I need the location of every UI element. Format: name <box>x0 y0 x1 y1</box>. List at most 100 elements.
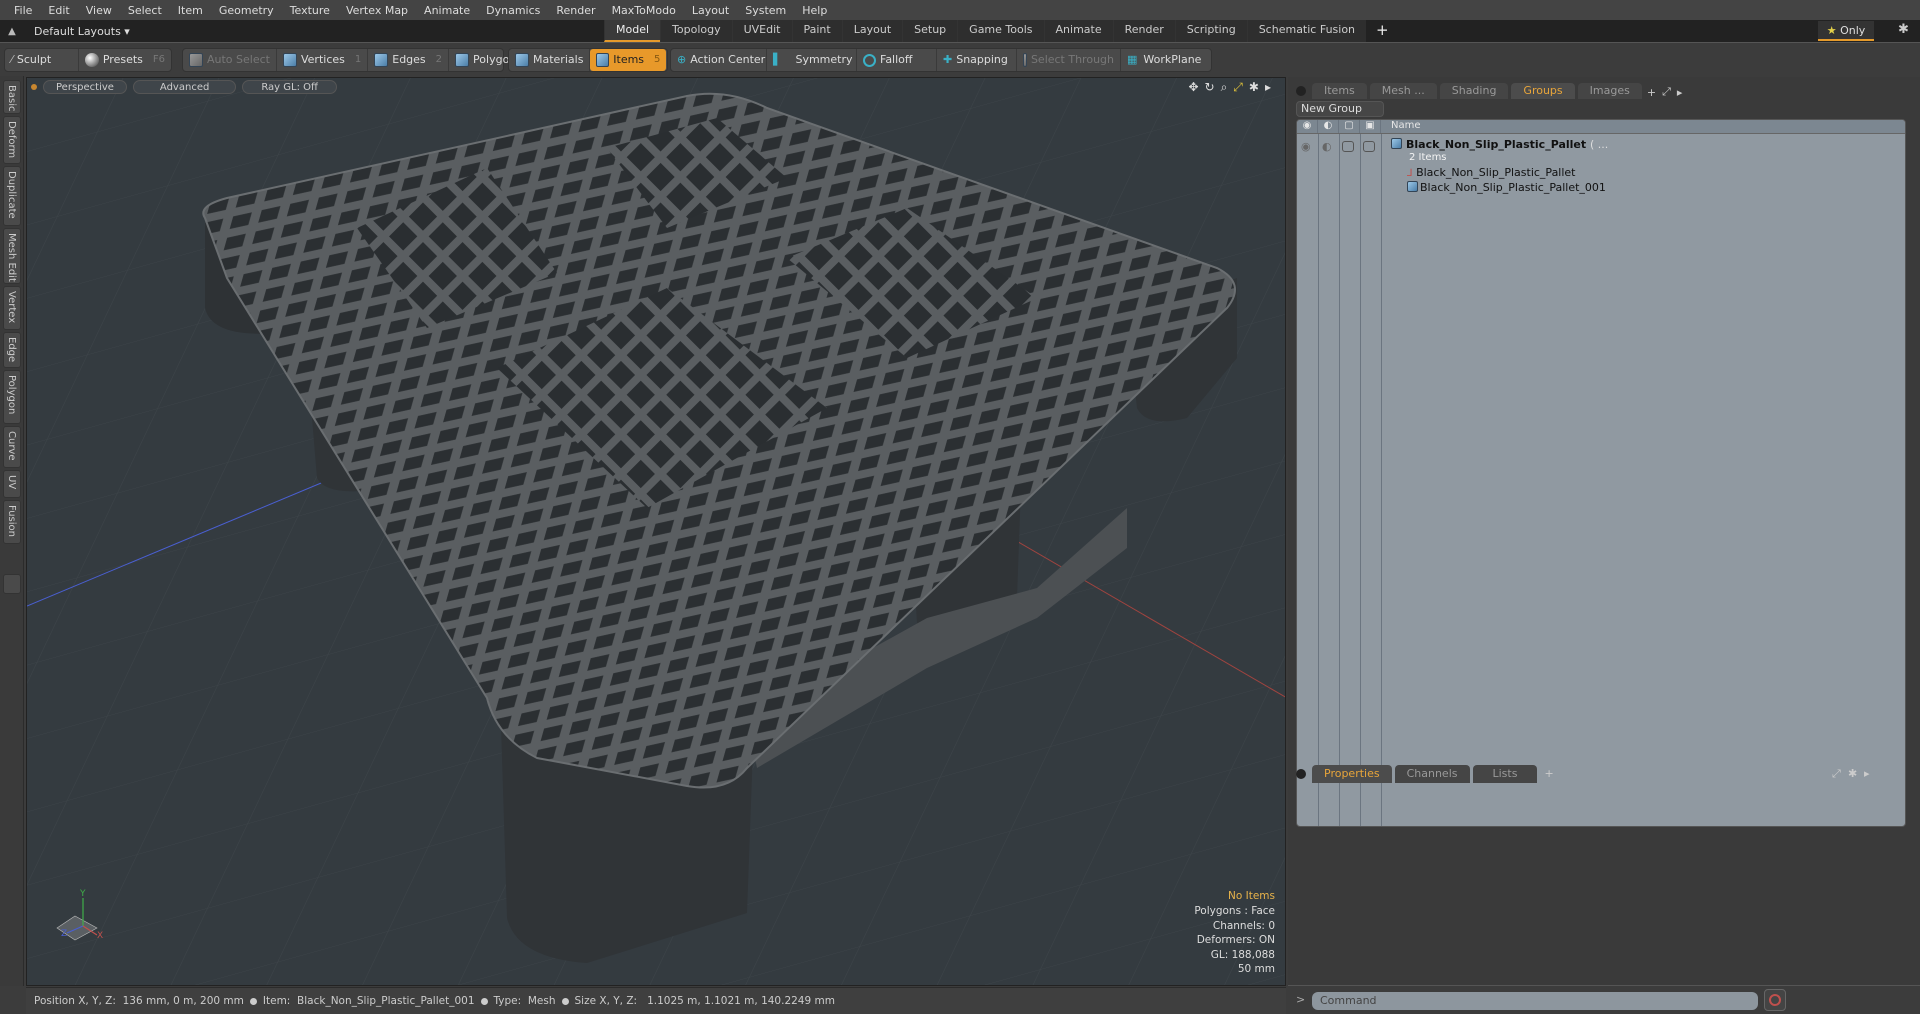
menu-item[interactable]: Item <box>170 4 211 17</box>
only-toggle[interactable]: ★ Only <box>1818 21 1874 41</box>
tab-mesh[interactable]: Mesh ... <box>1369 83 1437 99</box>
command-input[interactable]: Command <box>1312 992 1758 1010</box>
add-tab-icon[interactable]: + <box>1647 86 1656 99</box>
falloff-button[interactable]: Falloff <box>857 49 937 71</box>
left-tab-polygon[interactable]: Polygon <box>3 370 21 424</box>
presets-button[interactable]: Presets F6 <box>79 49 171 71</box>
default-layouts-dropdown[interactable]: Default Layouts ▾ <box>24 25 604 38</box>
group-visibility-eye-icon[interactable]: ◉ <box>1301 140 1311 153</box>
vertices-button[interactable]: Vertices 1 <box>277 49 369 71</box>
tab-uvedit[interactable]: UVEdit <box>731 20 792 42</box>
expand-arrow-icon[interactable]: ▸ <box>1265 80 1271 95</box>
tab-model[interactable]: Model <box>604 20 661 42</box>
group-lock-toggle[interactable] <box>1342 141 1354 152</box>
tab-paint[interactable]: Paint <box>791 20 842 42</box>
settings-icon[interactable]: ✱ <box>1848 765 1857 783</box>
name-column-header[interactable]: Name <box>1381 120 1421 133</box>
menu-file[interactable]: File <box>6 4 40 17</box>
snapping-button[interactable]: ✚ Snapping <box>937 49 1017 71</box>
left-tab-deform[interactable]: Deform <box>3 116 21 164</box>
menu-dynamics[interactable]: Dynamics <box>478 4 548 17</box>
maximize-panel-icon[interactable]: ⤢ <box>1832 765 1841 783</box>
left-tab-vertex[interactable]: Vertex <box>3 286 21 330</box>
left-tab-duplicate[interactable]: Duplicate <box>3 166 21 226</box>
maximize-panel-icon[interactable]: ⤢ <box>1662 85 1671 99</box>
tab-groups[interactable]: Groups <box>1511 83 1575 99</box>
pan-icon[interactable]: ✥ <box>1188 80 1198 95</box>
tab-scripting[interactable]: Scripting <box>1174 20 1247 42</box>
left-tab-uv[interactable]: UV <box>3 470 21 498</box>
rotate-icon[interactable]: ↻ <box>1205 80 1215 95</box>
tab-topology[interactable]: Topology <box>660 20 732 42</box>
menu-select[interactable]: Select <box>120 4 170 17</box>
materials-button[interactable]: Materials <box>509 49 591 71</box>
3d-viewport[interactable]: Y X Z Perspective Advanced Ray GL: Off ✥… <box>26 77 1286 986</box>
tab-render[interactable]: Render <box>1112 20 1175 42</box>
add-tab-icon[interactable]: + <box>1544 765 1553 783</box>
gear-icon[interactable]: ✱ <box>1898 22 1909 37</box>
edges-button[interactable]: Edges 2 <box>368 49 450 71</box>
tree-item-locator[interactable]: ⅃ Black_Non_Slip_Plastic_Pallet <box>1407 166 1576 179</box>
menu-animate[interactable]: Animate <box>416 4 478 17</box>
menu-view[interactable]: View <box>78 4 120 17</box>
menu-layout[interactable]: Layout <box>684 4 737 17</box>
add-tab-button[interactable]: + <box>1366 20 1399 42</box>
settings-icon[interactable]: ✱ <box>1249 80 1259 95</box>
menu-maxtomodo[interactable]: MaxToModo <box>604 4 684 17</box>
tab-images[interactable]: Images <box>1577 83 1642 99</box>
tab-game-tools[interactable]: Game Tools <box>957 20 1044 42</box>
action-center-button[interactable]: ⊕ Action Center <box>671 49 767 71</box>
render-column-icon[interactable]: ◐ <box>1318 120 1339 133</box>
menu-edit[interactable]: Edit <box>40 4 77 17</box>
auto-select-button[interactable]: Auto Select <box>183 49 277 71</box>
zoom-icon[interactable]: ⌕ <box>1221 80 1228 95</box>
panel-options-icon[interactable] <box>1296 86 1306 96</box>
panel-options-icon[interactable] <box>1296 769 1306 779</box>
maximize-icon[interactable]: ⤢ <box>1233 80 1243 95</box>
view-mode-dropdown[interactable]: Perspective <box>43 80 127 94</box>
tab-layout[interactable]: Layout <box>841 20 903 42</box>
panel-arrow-icon[interactable]: ▸ <box>1864 765 1870 783</box>
tab-items[interactable]: Items <box>1312 83 1367 99</box>
tab-lists[interactable]: Lists <box>1472 765 1538 783</box>
viewport-options-dot[interactable] <box>31 84 37 90</box>
new-group-button[interactable]: New Group <box>1296 101 1384 117</box>
left-tab-extra[interactable] <box>3 574 21 594</box>
group-row[interactable]: Black_Non_Slip_Plastic_Pallet ( ... <box>1391 138 1608 151</box>
tab-animate[interactable]: Animate <box>1043 20 1113 42</box>
type-value: Mesh <box>527 995 556 1007</box>
sculpt-button[interactable]: ⁄ Sculpt <box>5 49 79 71</box>
symmetry-button[interactable]: ▌ Symmetry <box>767 49 857 71</box>
left-tab-basic[interactable]: Basic <box>3 80 21 114</box>
visibility-column-icon[interactable]: ◉ <box>1297 120 1318 133</box>
items-button[interactable]: Items 5 <box>590 49 667 71</box>
raygl-toggle[interactable]: Ray GL: Off <box>242 80 337 94</box>
select-through-label: Select Through <box>1030 53 1114 66</box>
tree-item-mesh[interactable]: Black_Non_Slip_Plastic_Pallet_001 <box>1407 181 1606 194</box>
select-through-button[interactable]: Select Through <box>1017 49 1121 71</box>
left-tab-fusion[interactable]: Fusion <box>3 500 21 544</box>
tab-channels[interactable]: Channels <box>1394 765 1470 783</box>
shading-dropdown[interactable]: Advanced <box>132 80 237 94</box>
select-column-icon[interactable]: ▣ <box>1360 120 1381 133</box>
group-select-toggle[interactable] <box>1363 141 1375 152</box>
left-tab-mesh-edit[interactable]: Mesh Edit <box>3 228 21 284</box>
record-button[interactable] <box>1764 989 1786 1011</box>
workplane-button[interactable]: ▦ WorkPlane <box>1121 49 1207 71</box>
lock-column-icon[interactable]: ▢ <box>1339 120 1360 133</box>
tab-shading[interactable]: Shading <box>1439 83 1509 99</box>
menu-geometry[interactable]: Geometry <box>211 4 282 17</box>
tab-schematic-fusion[interactable]: Schematic Fusion <box>1246 20 1367 42</box>
left-tab-curve[interactable]: Curve <box>3 426 21 468</box>
group-render-icon[interactable]: ◐ <box>1322 140 1332 153</box>
menu-render[interactable]: Render <box>548 4 603 17</box>
left-tab-edge[interactable]: Edge <box>3 332 21 368</box>
panel-arrow-icon[interactable]: ▸ <box>1677 86 1683 99</box>
menu-texture[interactable]: Texture <box>282 4 338 17</box>
tab-setup[interactable]: Setup <box>902 20 958 42</box>
tab-properties[interactable]: Properties <box>1312 765 1392 783</box>
menu-help[interactable]: Help <box>794 4 835 17</box>
menu-vertex-map[interactable]: Vertex Map <box>338 4 416 17</box>
menu-system[interactable]: System <box>737 4 794 17</box>
collapse-up-icon[interactable]: ▲ <box>0 26 24 37</box>
